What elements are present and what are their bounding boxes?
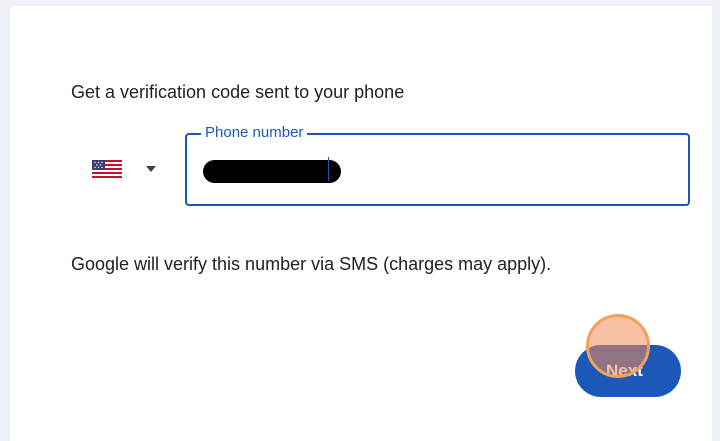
text-cursor [328,157,329,181]
redacted-phone-number [203,160,341,183]
page-heading: Get a verification code sent to your pho… [71,82,405,102]
next-button-label: Next [606,361,643,380]
next-button[interactable]: Next [575,345,681,397]
us-flag-icon [92,160,122,178]
sms-notice: Google will verify this number via SMS (… [71,254,552,274]
phone-number-field[interactable]: Phone number [185,123,690,206]
caret-down-icon [146,166,156,172]
phone-number-label: Phone number [201,123,308,143]
country-code-select[interactable] [90,156,162,182]
